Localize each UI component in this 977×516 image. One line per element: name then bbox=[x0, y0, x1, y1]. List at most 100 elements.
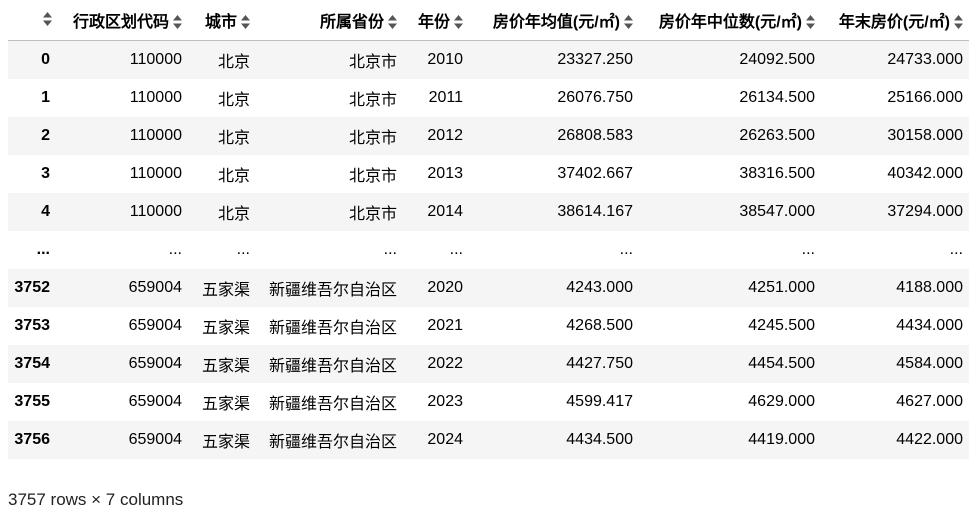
table-cell: 新疆维吾尔自治区 bbox=[268, 319, 397, 337]
table-header: 行政区划代码 城市 所属省份 年份 房价年均值(元/㎡) 房价年中位数(元/㎡) 年末房价(… bbox=[8, 0, 969, 41]
column-header-2[interactable]: 所属省份 bbox=[256, 0, 403, 41]
table-row: 3753 659004 五家渠 新疆维吾尔自治区 2021 4268.500 4245.50… bbox=[8, 306, 969, 345]
table-cell: 30158.000 bbox=[887, 126, 963, 144]
table-cell: 4454.500 bbox=[748, 354, 815, 372]
table-cell: 37402.667 bbox=[557, 164, 633, 182]
table-cell: 2021 bbox=[427, 316, 463, 334]
table-row: 3752 659004 五家渠 新疆维吾尔自治区 2020 4243.000 4251.00… bbox=[8, 268, 969, 307]
table-cell: 北京市 bbox=[348, 53, 397, 71]
sort-icon[interactable] bbox=[806, 14, 815, 29]
table-cell: ... bbox=[949, 240, 963, 258]
table-cell: 26076.750 bbox=[557, 88, 633, 106]
table-row: ........................ bbox=[8, 230, 969, 269]
table-cell: ... bbox=[236, 240, 250, 258]
table-cell: 4422.000 bbox=[896, 430, 963, 448]
table-cell: 40342.000 bbox=[887, 164, 963, 182]
table-row: 4 110000 北京 北京市 2014 38614.167 38547.000 37294.… bbox=[8, 192, 969, 231]
column-header-label: 年份 bbox=[417, 14, 450, 31]
table-cell: 4629.000 bbox=[748, 392, 815, 410]
table-cell: 2022 bbox=[427, 354, 463, 372]
table-cell: 北京 bbox=[217, 129, 250, 147]
table-cell: 新疆维吾尔自治区 bbox=[268, 281, 397, 299]
column-header-3[interactable]: 年份 bbox=[403, 0, 469, 41]
table-cell: 24733.000 bbox=[887, 50, 963, 68]
table-cell: 五家渠 bbox=[201, 281, 250, 299]
column-header-6[interactable]: 年末房价(元/㎡) bbox=[821, 0, 969, 41]
column-header-0[interactable]: 行政区划代码 bbox=[58, 0, 188, 41]
dataframe-container: 行政区划代码 城市 所属省份 年份 房价年均值(元/㎡) 房价年中位数(元/㎡) 年末房价(… bbox=[8, 0, 969, 459]
sort-icon[interactable] bbox=[43, 11, 52, 26]
table-cell: 4268.500 bbox=[566, 316, 633, 334]
table-cell: 北京市 bbox=[348, 129, 397, 147]
table-cell: 2013 bbox=[427, 164, 463, 182]
sort-icon[interactable] bbox=[624, 14, 633, 29]
index-header[interactable] bbox=[8, 0, 58, 41]
table-cell: 24092.500 bbox=[739, 50, 815, 68]
row-index: 3752 bbox=[14, 278, 50, 296]
table-cell: ... bbox=[449, 240, 463, 258]
table-cell: 北京 bbox=[217, 205, 250, 223]
table-body: 0 110000 北京 北京市 2010 23327.250 24092.500 24733.… bbox=[8, 40, 969, 459]
table-cell: 北京市 bbox=[348, 91, 397, 109]
table-cell: 北京 bbox=[217, 53, 250, 71]
column-header-label: 城市 bbox=[204, 14, 237, 31]
row-index: 4 bbox=[41, 202, 50, 220]
column-header-5[interactable]: 房价年中位数(元/㎡) bbox=[639, 0, 821, 41]
table-cell: ... bbox=[168, 240, 182, 258]
table-cell: 2014 bbox=[427, 202, 463, 220]
table-row: 2 110000 北京 北京市 2012 26808.583 26263.500 30158.… bbox=[8, 116, 969, 155]
table-cell: 新疆维吾尔自治区 bbox=[268, 433, 397, 451]
sort-icon[interactable] bbox=[388, 14, 397, 29]
table-cell: 4434.000 bbox=[896, 316, 963, 334]
table-cell: 2011 bbox=[428, 88, 463, 106]
table-cell: 4627.000 bbox=[896, 392, 963, 410]
table-cell: 110000 bbox=[129, 50, 182, 68]
sort-icon[interactable] bbox=[173, 14, 182, 29]
table-row: 1 110000 北京 北京市 2011 26076.750 26134.500 25166.… bbox=[8, 78, 969, 117]
table-cell: 659004 bbox=[128, 392, 182, 410]
row-index: 1 bbox=[41, 88, 50, 106]
table-cell: 26263.500 bbox=[739, 126, 815, 144]
row-index: 3754 bbox=[14, 354, 50, 372]
table-cell: 4188.000 bbox=[896, 278, 963, 296]
table-cell: 4419.000 bbox=[748, 430, 815, 448]
table-cell: 2023 bbox=[427, 392, 463, 410]
table-cell: ... bbox=[801, 240, 815, 258]
column-header-label: 房价年中位数(元/㎡) bbox=[658, 14, 802, 31]
sort-icon[interactable] bbox=[241, 14, 250, 29]
table-cell: 2020 bbox=[427, 278, 463, 296]
table-cell: 五家渠 bbox=[201, 357, 250, 375]
row-index: 3753 bbox=[14, 316, 50, 334]
table-cell: 38547.000 bbox=[739, 202, 815, 220]
table-cell: 4245.500 bbox=[748, 316, 815, 334]
column-header-label: 所属省份 bbox=[319, 14, 384, 31]
table-cell: 659004 bbox=[128, 354, 182, 372]
table-cell: 2010 bbox=[427, 50, 463, 68]
row-index: 0 bbox=[41, 50, 50, 68]
table-cell: 北京市 bbox=[348, 167, 397, 185]
table-cell: 北京 bbox=[217, 167, 250, 185]
table-cell: 26134.500 bbox=[739, 88, 815, 106]
sort-icon[interactable] bbox=[454, 14, 463, 29]
table-cell: 北京 bbox=[217, 91, 250, 109]
table-row: 0 110000 北京 北京市 2010 23327.250 24092.500 24733.… bbox=[8, 40, 969, 79]
table-cell: 4243.000 bbox=[566, 278, 633, 296]
sort-icon[interactable] bbox=[954, 14, 963, 29]
dataframe-table: 行政区划代码 城市 所属省份 年份 房价年均值(元/㎡) 房价年中位数(元/㎡) 年末房价(… bbox=[8, 0, 969, 459]
table-cell: 五家渠 bbox=[201, 395, 250, 413]
row-index: 3756 bbox=[14, 430, 50, 448]
table-cell: 23327.250 bbox=[557, 50, 633, 68]
table-cell: 38614.167 bbox=[557, 202, 633, 220]
table-cell: 五家渠 bbox=[201, 319, 250, 337]
table-row: 3755 659004 五家渠 新疆维吾尔自治区 2023 4599.417 4629.00… bbox=[8, 382, 969, 421]
table-row: 3756 659004 五家渠 新疆维吾尔自治区 2024 4434.500 4419.00… bbox=[8, 420, 969, 459]
column-header-4[interactable]: 房价年均值(元/㎡) bbox=[469, 0, 639, 41]
header-row: 行政区划代码 城市 所属省份 年份 房价年均值(元/㎡) 房价年中位数(元/㎡) 年末房价(… bbox=[8, 0, 969, 41]
row-index: 3 bbox=[41, 164, 50, 182]
table-cell: 4584.000 bbox=[896, 354, 963, 372]
table-cell: 4251.000 bbox=[748, 278, 815, 296]
column-header-label: 行政区划代码 bbox=[72, 14, 169, 31]
table-cell: 北京市 bbox=[348, 205, 397, 223]
table-row: 3 110000 北京 北京市 2013 37402.667 38316.500 40342.… bbox=[8, 154, 969, 193]
column-header-1[interactable]: 城市 bbox=[188, 0, 256, 41]
